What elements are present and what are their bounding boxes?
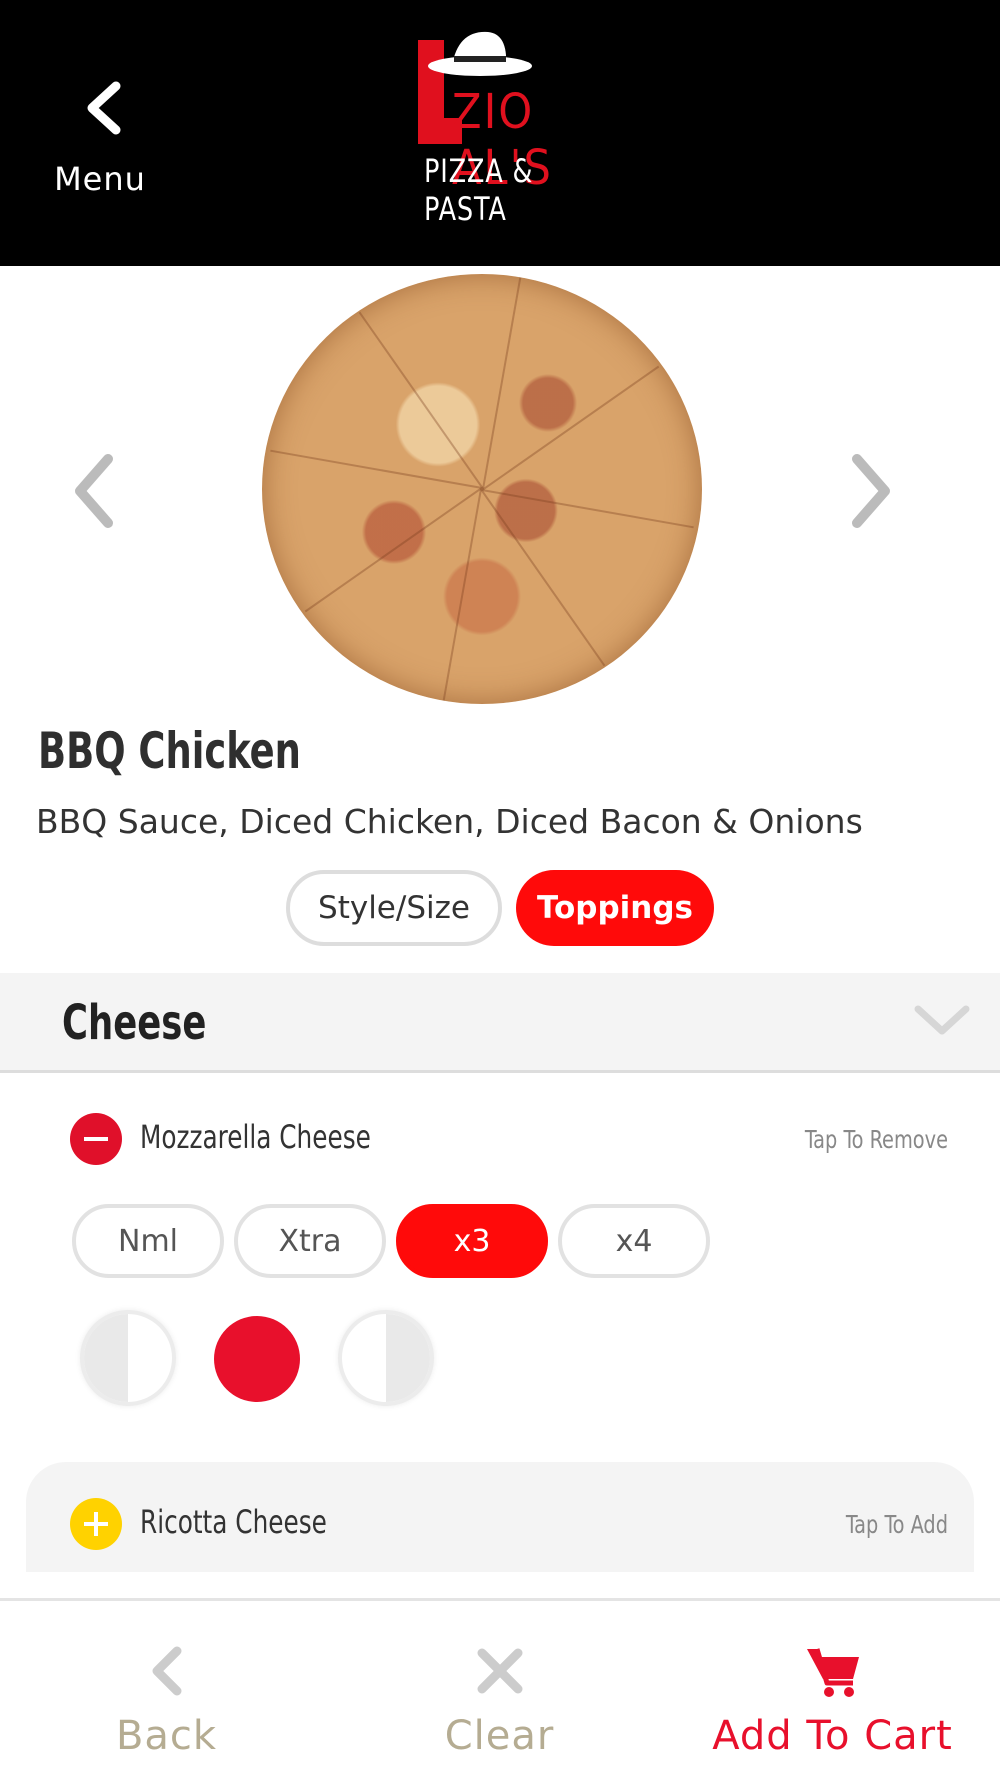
right-half-coverage-icon[interactable]: [338, 1310, 434, 1406]
quantity-option-x4[interactable]: x4: [558, 1204, 710, 1278]
remove-minus-icon[interactable]: [70, 1113, 122, 1165]
next-arrow-icon[interactable]: [845, 451, 895, 531]
add-plus-icon[interactable]: [70, 1498, 122, 1550]
back-to-menu-button[interactable]: Menu: [40, 70, 170, 210]
product-title: BBQ Chicken: [38, 722, 301, 780]
add-to-cart-button[interactable]: Add To Cart: [666, 1601, 999, 1778]
add-to-cart-label: Add To Cart: [712, 1713, 953, 1759]
topping-name-ricotta[interactable]: Ricotta Cheese: [140, 1503, 327, 1541]
back-button[interactable]: Back: [0, 1601, 333, 1778]
tab-toppings[interactable]: Toppings: [516, 870, 714, 946]
tab-style-size[interactable]: Style/Size: [286, 870, 502, 946]
quantity-option-x3[interactable]: x3: [396, 1204, 548, 1278]
quantity-option-nml[interactable]: Nml: [72, 1204, 224, 1278]
back-button-label: Back: [115, 1713, 218, 1759]
product-image-carousel: [0, 266, 1000, 716]
previous-arrow-icon[interactable]: [70, 451, 120, 531]
logo-tagline: PIZZA & PASTA: [424, 152, 534, 228]
cart-icon: [806, 1648, 859, 1697]
app-header: Menu ZIO AL'S PIZZA & PASTA: [0, 0, 1000, 266]
clear-button[interactable]: Clear: [333, 1601, 666, 1778]
section-title: Cheese: [62, 995, 207, 1051]
back-menu-label: Menu: [54, 160, 146, 198]
clear-button-label: Clear: [444, 1713, 555, 1759]
topping-name-mozzarella[interactable]: Mozzarella Cheese: [140, 1118, 371, 1156]
close-icon: [477, 1648, 522, 1694]
whole-coverage-icon[interactable]: [214, 1316, 300, 1402]
chevron-left-icon: [152, 1646, 181, 1696]
quantity-option-xtra[interactable]: Xtra: [234, 1204, 386, 1278]
tap-to-add-hint: Tap To Add: [845, 1510, 948, 1539]
cheese-section-header[interactable]: Cheese: [0, 973, 1000, 1073]
pizza-image: [262, 274, 702, 704]
chevron-down-icon: [914, 1005, 970, 1035]
product-description: BBQ Sauce, Diced Chicken, Diced Bacon & …: [36, 802, 863, 841]
restaurant-logo: ZIO AL'S PIZZA & PASTA: [400, 22, 610, 228]
tap-to-remove-hint: Tap To Remove: [804, 1125, 948, 1154]
bottom-action-bar: Back Clear Add To Cart: [0, 1598, 1000, 1778]
left-half-coverage-icon[interactable]: [80, 1310, 176, 1406]
chevron-left-icon: [87, 81, 121, 135]
